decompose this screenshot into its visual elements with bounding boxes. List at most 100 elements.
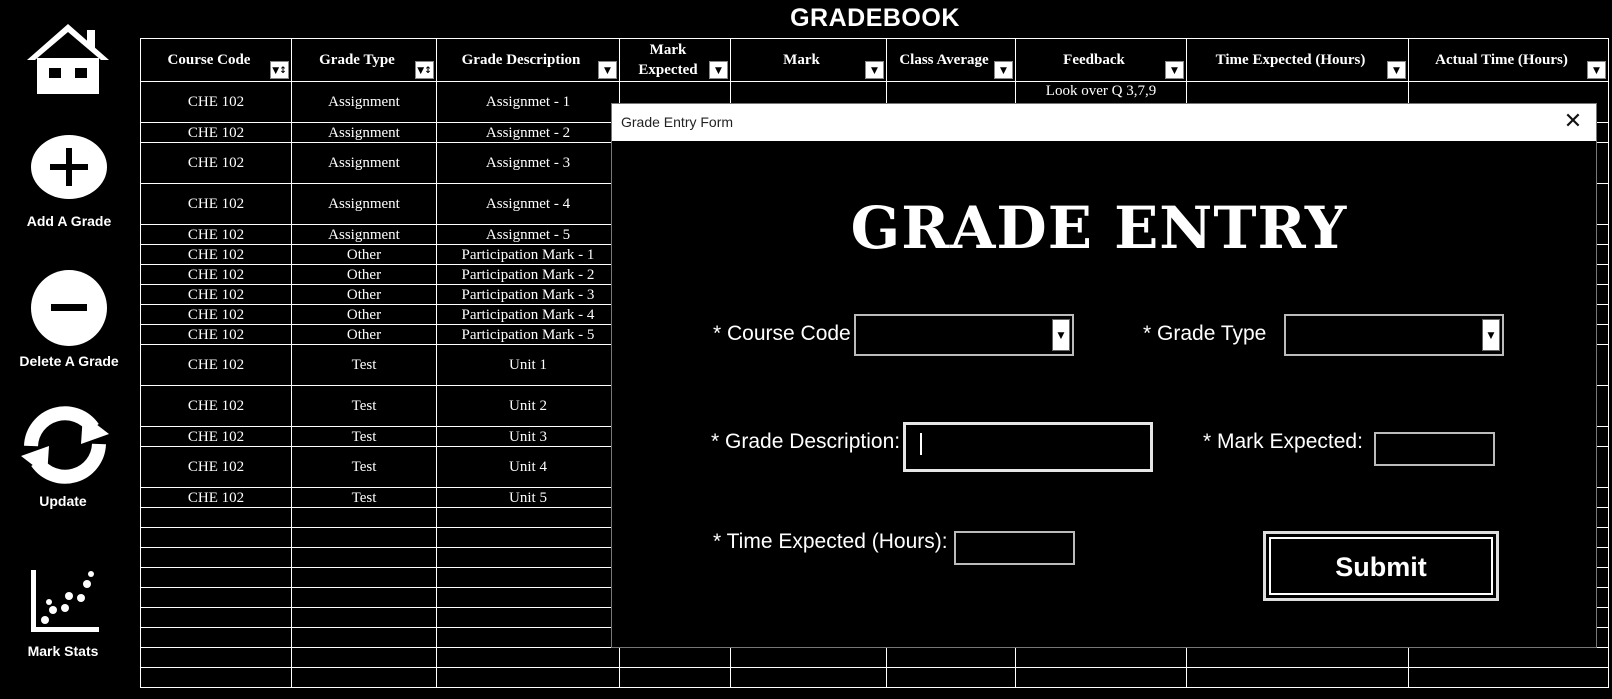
delete-grade-button[interactable]: Delete A Grade [0,268,138,369]
update-button[interactable]: Update [0,404,138,509]
grade-description-input[interactable] [903,422,1153,472]
table-cell[interactable] [291,607,437,628]
table-cell[interactable] [291,627,437,648]
table-cell[interactable]: Assignmet - 2 [436,122,620,143]
table-cell[interactable] [140,547,292,568]
table-cell[interactable] [436,547,620,568]
table-cell[interactable]: CHE 102 [140,81,292,123]
table-cell[interactable]: CHE 102 [140,385,292,427]
table-cell[interactable]: Other [291,264,437,285]
submit-button[interactable]: Submit [1263,531,1499,601]
table-cell[interactable]: CHE 102 [140,344,292,386]
table-cell[interactable] [291,587,437,608]
course-code-combobox[interactable]: ▼ [854,314,1074,356]
mark-stats-button[interactable]: Mark Stats [0,566,138,659]
table-cell[interactable]: Participation Mark - 3 [436,284,620,305]
table-cell[interactable]: Assignment [291,122,437,143]
filter-dropdown-icon[interactable]: ▼ [1165,61,1184,79]
table-cell[interactable] [436,607,620,628]
table-cell[interactable]: Assignmet - 4 [436,183,620,225]
table-cell[interactable]: Other [291,284,437,305]
table-cell[interactable]: Participation Mark - 2 [436,264,620,285]
column-header[interactable]: Grade Type ▼↕ [291,38,437,82]
table-cell[interactable]: CHE 102 [140,224,292,245]
table-cell[interactable]: Participation Mark - 4 [436,304,620,325]
table-cell[interactable]: CHE 102 [140,264,292,285]
table-cell[interactable] [140,507,292,528]
filter-dropdown-icon[interactable]: ▼ [1387,61,1406,79]
column-header[interactable]: Course Code ▼↕ [140,38,292,82]
table-cell[interactable]: CHE 102 [140,244,292,265]
filter-dropdown-icon[interactable]: ▼ [865,61,884,79]
table-cell[interactable] [436,627,620,648]
column-header[interactable]: Feedback ▼ [1015,38,1187,82]
table-cell[interactable]: Test [291,487,437,508]
table-cell[interactable] [291,647,437,668]
column-header[interactable]: Mark Expected ▼ [619,38,731,82]
table-cell[interactable]: Unit 1 [436,344,620,386]
table-cell[interactable]: Unit 5 [436,487,620,508]
table-cell[interactable] [291,507,437,528]
table-cell[interactable]: CHE 102 [140,122,292,143]
table-cell[interactable] [886,647,1016,668]
table-cell[interactable] [140,527,292,548]
table-cell[interactable] [1015,667,1187,688]
table-cell[interactable] [436,647,620,668]
table-cell[interactable]: Test [291,385,437,427]
table-cell[interactable]: Assignment [291,183,437,225]
table-cell[interactable] [436,667,620,688]
table-cell[interactable]: Test [291,426,437,447]
table-cell[interactable]: Assignmet - 3 [436,142,620,184]
table-cell[interactable] [1186,667,1409,688]
table-cell[interactable] [730,647,887,668]
chevron-down-icon[interactable]: ▼ [1052,319,1070,351]
table-cell[interactable]: Participation Mark - 1 [436,244,620,265]
table-cell[interactable]: CHE 102 [140,142,292,184]
table-cell[interactable] [291,567,437,588]
dialog-titlebar[interactable]: Grade Entry Form ✕ [612,104,1596,141]
grade-type-combobox[interactable]: ▼ [1284,314,1504,356]
table-cell[interactable]: Assignment [291,142,437,184]
table-cell[interactable]: CHE 102 [140,487,292,508]
column-header[interactable]: Actual Time (Hours) ▼ [1408,38,1609,82]
table-cell[interactable] [140,667,292,688]
table-cell[interactable] [730,667,887,688]
table-cell[interactable]: Assignment [291,224,437,245]
table-cell[interactable]: CHE 102 [140,183,292,225]
table-cell[interactable]: CHE 102 [140,284,292,305]
table-cell[interactable]: Assignment [291,81,437,123]
home-button[interactable] [0,20,138,103]
table-cell[interactable] [140,567,292,588]
filter-dropdown-icon[interactable]: ▼ [709,61,728,79]
table-cell[interactable]: Unit 4 [436,446,620,488]
table-cell[interactable]: Unit 3 [436,426,620,447]
mark-expected-input[interactable] [1374,432,1495,466]
filter-dropdown-icon[interactable]: ▼↕ [415,61,434,79]
table-cell[interactable]: Other [291,244,437,265]
chevron-down-icon[interactable]: ▼ [1482,319,1500,351]
table-cell[interactable]: Assignmet - 5 [436,224,620,245]
table-cell[interactable] [886,667,1016,688]
table-cell[interactable]: Assignmet - 1 [436,81,620,123]
table-cell[interactable]: CHE 102 [140,446,292,488]
table-cell[interactable]: Unit 2 [436,385,620,427]
filter-dropdown-icon[interactable]: ▼ [994,61,1013,79]
table-cell[interactable] [140,587,292,608]
table-cell[interactable] [1408,667,1609,688]
table-cell[interactable]: Test [291,446,437,488]
table-cell[interactable] [140,647,292,668]
table-cell[interactable]: CHE 102 [140,426,292,447]
table-cell[interactable] [1408,647,1609,668]
table-cell[interactable] [291,667,437,688]
table-cell[interactable]: CHE 102 [140,304,292,325]
column-header[interactable]: Grade Description ▼ [436,38,620,82]
table-cell[interactable] [619,647,731,668]
table-cell[interactable] [1015,647,1187,668]
column-header[interactable]: Mark ▼ [730,38,887,82]
table-cell[interactable] [1186,647,1409,668]
table-cell[interactable]: CHE 102 [140,324,292,345]
table-cell[interactable] [436,527,620,548]
table-cell[interactable]: Other [291,324,437,345]
column-header[interactable]: Class Average ▼ [886,38,1016,82]
table-cell[interactable] [619,667,731,688]
